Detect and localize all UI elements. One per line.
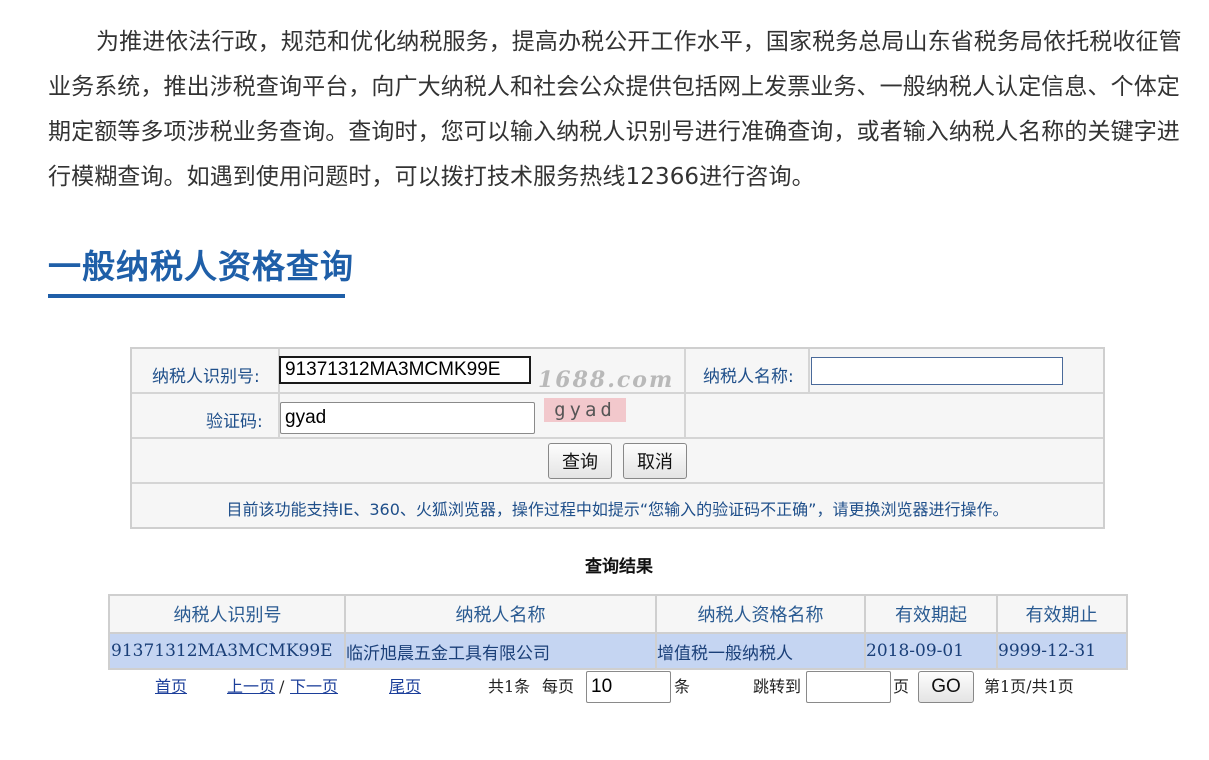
form-row-buttons — [132, 439, 1103, 484]
page-info: 第1页/共1页 — [984, 677, 1074, 696]
total-count: 共1条 — [488, 677, 531, 696]
jump-label: 跳转到 — [753, 677, 802, 696]
page-unit: 页 — [893, 677, 910, 696]
per-page-label: 每页 — [542, 677, 575, 696]
prev-page-link[interactable]: 上一页 — [227, 677, 275, 697]
taxpayer-id-input[interactable]: 91371312MA3MCMK99E — [279, 356, 531, 384]
column-header: 纳税人资格名称 — [697, 605, 824, 626]
first-page-link[interactable]: 首页 — [155, 677, 187, 697]
page-title: 一般纳税人资格查询 — [48, 247, 354, 286]
table-row: 91371312MA3MCMK99E 临沂旭晨五金工具有限公司 增值税一般纳税人… — [110, 634, 1126, 668]
cancel-button[interactable]: 取消 — [623, 443, 687, 479]
next-page-link[interactable]: 下一页 — [290, 677, 338, 697]
results-table: 纳税人识别号 纳税人名称 纳税人资格名称 有效期起 有效期止 91371312M… — [108, 594, 1128, 670]
pager-slash: / — [279, 677, 285, 696]
cell-valid-to: 9999-12-31 — [998, 641, 1097, 661]
query-button[interactable]: 查询 — [548, 443, 612, 479]
captcha-image[interactable]: gyad — [544, 398, 626, 422]
table-header: 纳税人识别号 纳税人名称 纳税人资格名称 有效期起 有效期止 — [110, 596, 1126, 634]
cell-qualification: 增值税一般纳税人 — [657, 643, 793, 664]
cell-taxpayer-id: 91371312MA3MCMK99E — [111, 641, 333, 661]
per-page-unit: 条 — [674, 677, 691, 696]
column-divider — [655, 596, 657, 668]
cell-valid-from: 2018-09-01 — [866, 641, 965, 661]
intro-paragraph: 为推进依法行政，规范和优化纳税服务，提高办税公开工作水平，国家税务总局山东省税务… — [48, 29, 1182, 190]
last-page-link[interactable]: 尾页 — [389, 677, 421, 697]
taxpayer-id-label: 纳税人识别号: — [152, 367, 260, 387]
taxpayer-name-input[interactable] — [811, 357, 1063, 385]
jump-page-input[interactable] — [806, 671, 891, 703]
column-header: 有效期起 — [895, 605, 967, 626]
column-header: 纳税人识别号 — [173, 605, 282, 626]
taxpayer-name-label: 纳税人名称: — [703, 367, 794, 387]
form-divider — [808, 349, 810, 394]
captcha-label: 验证码: — [206, 412, 263, 432]
per-page-input[interactable]: 10 — [586, 671, 671, 703]
cell-taxpayer-name: 临沂旭晨五金工具有限公司 — [346, 643, 550, 664]
captcha-input[interactable]: gyad — [280, 402, 535, 434]
go-button[interactable]: GO — [918, 671, 974, 703]
column-header: 纳税人名称 — [455, 605, 546, 626]
browser-notice: 目前该功能支持IE、360、火狐浏览器，操作过程中如提示“您输入的验证码不正确”… — [226, 500, 1009, 519]
column-divider — [344, 596, 346, 668]
form-row-notice: 目前该功能支持IE、360、火狐浏览器，操作过程中如提示“您输入的验证码不正确”… — [132, 484, 1103, 527]
form-divider — [684, 349, 686, 439]
column-divider — [996, 596, 998, 668]
title-underline — [48, 294, 345, 298]
results-title: 查询结果 — [585, 557, 653, 577]
watermark-text: 1688.com — [538, 367, 675, 393]
column-header: 有效期止 — [1025, 605, 1098, 626]
column-divider — [864, 596, 866, 668]
